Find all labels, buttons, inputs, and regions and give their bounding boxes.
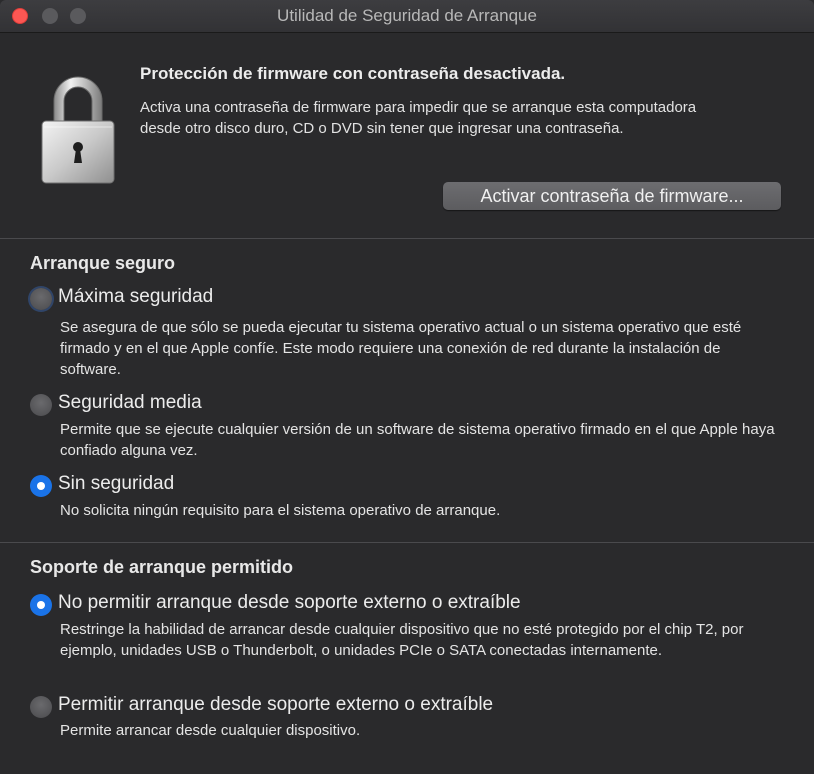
firmware-password-section: Protección de firmware con contraseña de… — [0, 33, 814, 239]
lock-icon — [41, 76, 115, 184]
window-title: Utilidad de Seguridad de Arranque — [277, 6, 537, 25]
firmware-description: Activa una contraseña de firmware para i… — [140, 99, 697, 137]
radio-label[interactable]: Sin seguridad — [58, 473, 174, 495]
radio-button[interactable] — [30, 696, 52, 718]
section-divider — [0, 542, 814, 543]
radio-button-selected[interactable] — [30, 475, 52, 497]
activate-firmware-password-button[interactable]: Activar contraseña de firmware... — [443, 182, 781, 210]
radio-label[interactable]: Máxima seguridad — [58, 286, 213, 308]
radio-label[interactable]: No permitir arranque desde soporte exter… — [58, 592, 521, 614]
radio-label[interactable]: Permitir arranque desde soporte externo … — [58, 694, 493, 716]
startup-security-window: Utilidad de Seguridad de Arranque Protec… — [0, 0, 814, 774]
radio-button-selected[interactable] — [30, 594, 52, 616]
radio-label[interactable]: Seguridad media — [58, 392, 202, 414]
medium-security-description: Permite que se ejecute cualquier versión… — [60, 421, 775, 459]
firmware-status-heading: Protección de firmware con contraseña de… — [140, 64, 566, 83]
allowed-boot-media-heading: Soporte de arranque permitido — [30, 557, 294, 577]
title-bar[interactable]: Utilidad de Seguridad de Arranque — [0, 0, 814, 33]
no-security-description: No solicita ningún requisito para el sis… — [60, 502, 501, 519]
disallow-external-boot-description: Restringe la habilidad de arrancar desde… — [60, 621, 744, 659]
full-security-description: Se asegura de que sólo se pueda ejecutar… — [60, 319, 742, 378]
allow-external-boot-description: Permite arrancar desde cualquier disposi… — [60, 722, 361, 739]
secure-boot-heading: Arranque seguro — [30, 253, 176, 273]
radio-button[interactable] — [30, 288, 52, 310]
radio-button[interactable] — [30, 394, 52, 416]
